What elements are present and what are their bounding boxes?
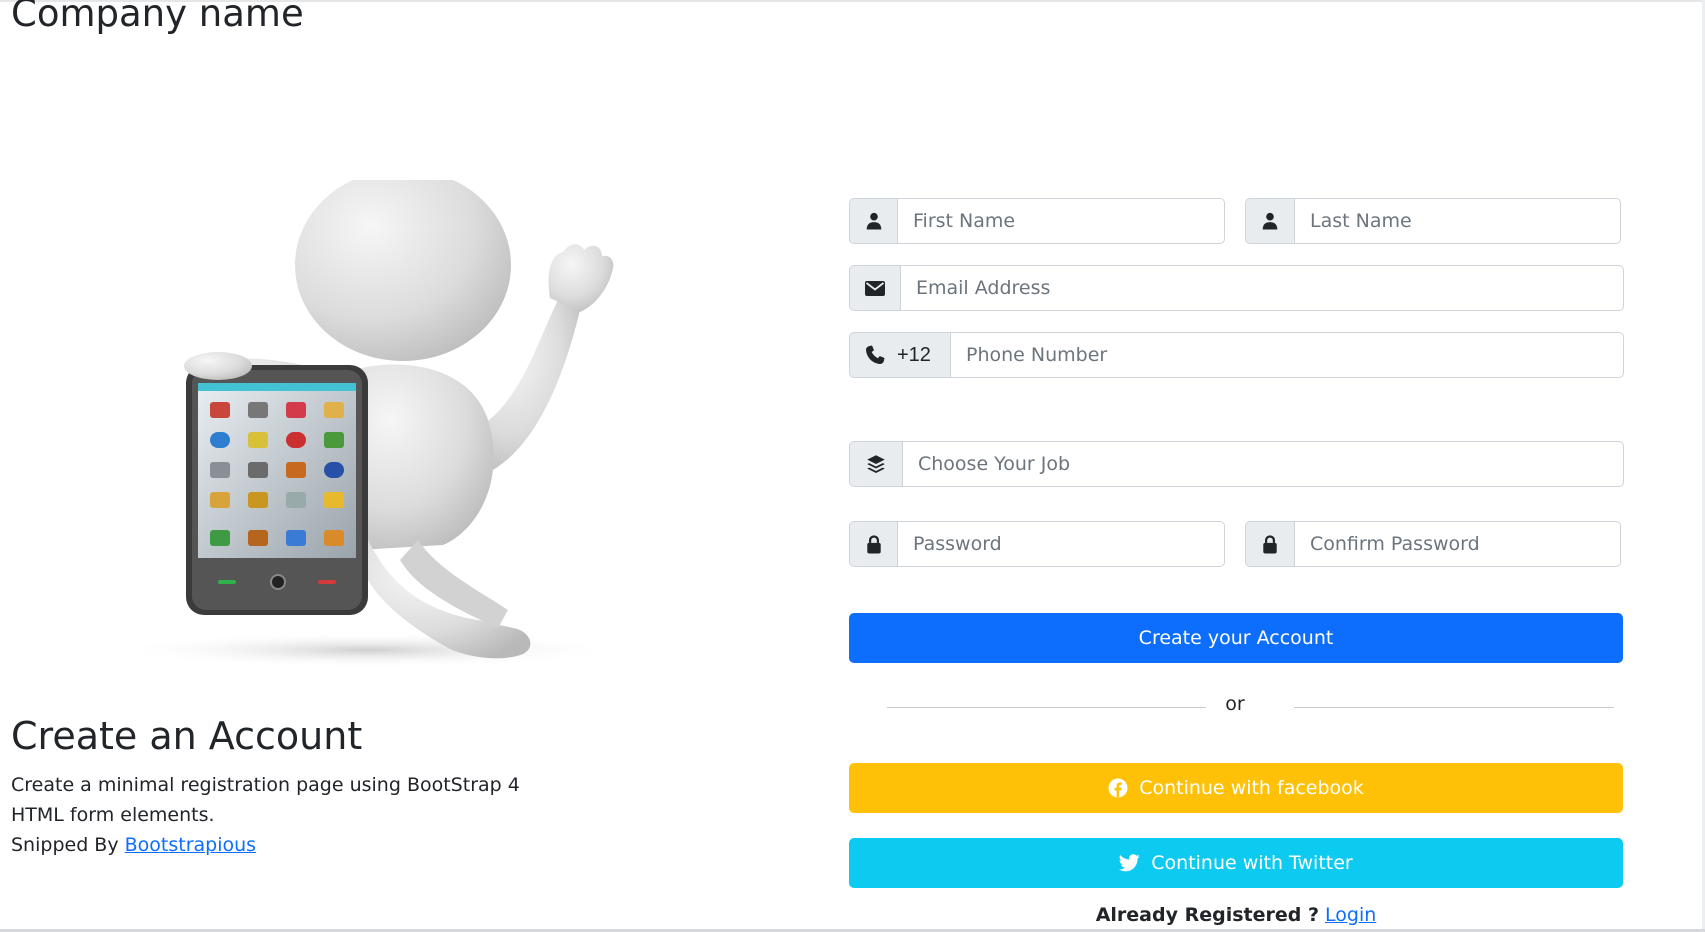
job-select[interactable]: Choose Your Job (903, 441, 1624, 487)
user-icon (1245, 198, 1295, 244)
envelope-icon (849, 265, 901, 311)
divider-or: or (1225, 693, 1245, 715)
last-name-group: Last Name (1245, 198, 1621, 244)
already-registered-text: Already Registered ? (1095, 904, 1319, 926)
confirm-password-input[interactable]: Confirm Password (1295, 521, 1621, 567)
email-group: Email Address (849, 265, 1624, 311)
last-name-input[interactable]: Last Name (1295, 198, 1621, 244)
confirm-password-group: Confirm Password (1245, 521, 1621, 567)
twitter-button[interactable]: Continue with Twitter (849, 838, 1623, 888)
first-name-group: First Name (849, 198, 1225, 244)
page-heading: Create an Account (11, 714, 363, 758)
layers-icon (849, 441, 903, 487)
first-name-input[interactable]: First Name (898, 198, 1225, 244)
twitter-icon (1119, 854, 1140, 872)
bootstrapious-link[interactable]: Bootstrapious (125, 834, 256, 856)
phone-addon: +12 (849, 332, 951, 378)
page-description: Create a minimal registration page using… (11, 770, 551, 860)
email-input[interactable]: Email Address (901, 265, 1624, 311)
login-link[interactable]: Login (1325, 904, 1376, 926)
snipped-by: Snipped By Bootstrapious (11, 830, 551, 860)
create-account-label: Create your Account (1138, 627, 1334, 649)
phone-input[interactable]: Phone Number (951, 332, 1624, 378)
lock-icon (1245, 521, 1295, 567)
twitter-label: Continue with Twitter (1151, 852, 1353, 874)
user-icon (849, 198, 898, 244)
create-account-button[interactable]: Create your Account (849, 613, 1623, 663)
facebook-button[interactable]: Continue with facebook (849, 763, 1623, 813)
facebook-icon (1108, 778, 1128, 798)
hero-illustration (118, 180, 618, 668)
company-name: Company name (11, 0, 304, 35)
description-line-2: HTML form elements. (11, 804, 215, 826)
divider-right (1294, 707, 1614, 708)
phone-group: +12 Phone Number (849, 332, 1624, 378)
description-line-1: Create a minimal registration page using… (11, 774, 520, 796)
facebook-label: Continue with facebook (1139, 777, 1364, 799)
password-input[interactable]: Password (898, 521, 1225, 567)
job-group: Choose Your Job (849, 441, 1624, 487)
already-registered: Already Registered ? Login (849, 900, 1623, 930)
phone-icon (865, 345, 885, 365)
divider-left (887, 707, 1206, 708)
snipped-by-label: Snipped By (11, 834, 119, 856)
password-group: Password (849, 521, 1225, 567)
lock-icon (849, 521, 898, 567)
country-code: +12 (897, 343, 931, 366)
